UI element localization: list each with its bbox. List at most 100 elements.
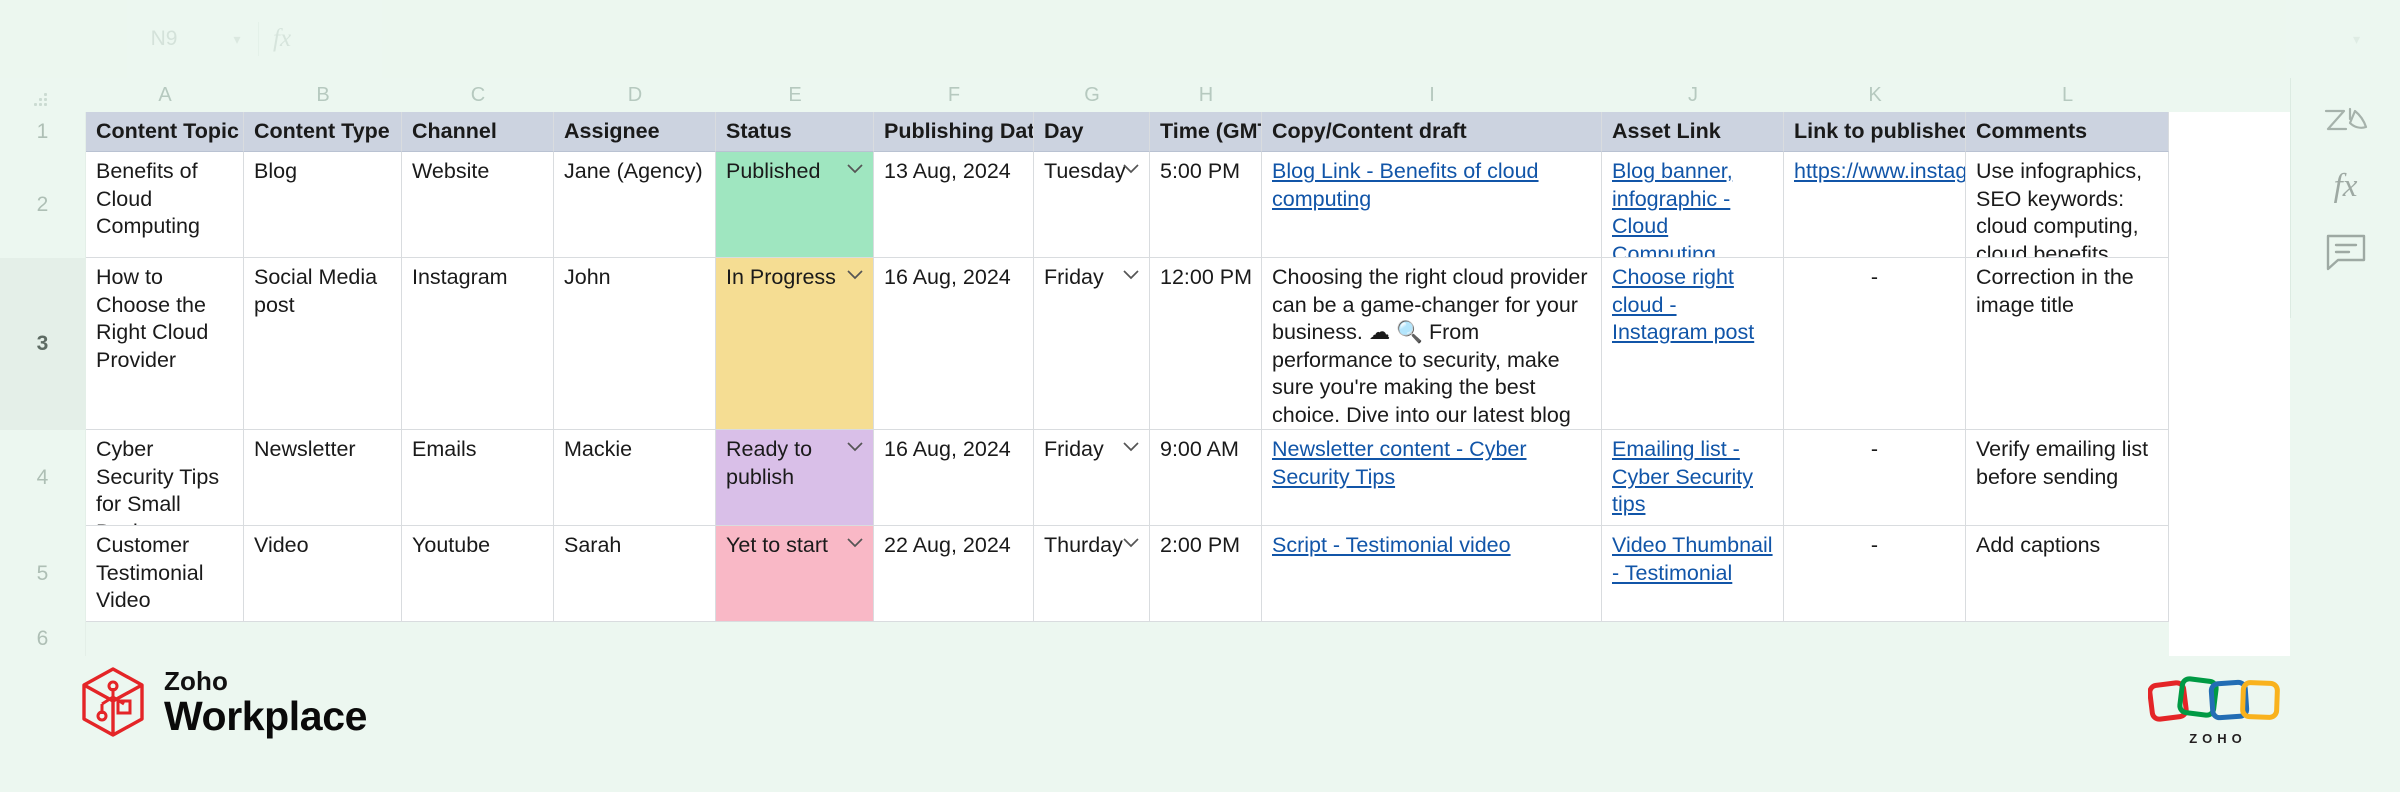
cell-content-topic[interactable]: How to Choose the Right Cloud Provider (86, 258, 244, 430)
cell-comments[interactable]: Verify emailing list before sending (1966, 430, 2169, 526)
cell-channel[interactable]: Emails (402, 430, 554, 526)
cell-copy-draft[interactable]: Newsletter content - Cyber Security Tips (1262, 430, 1602, 526)
sheet-grid: A B C D E F G H I J K L 1 Content Topic … (0, 78, 2290, 656)
chevron-down-icon[interactable] (846, 269, 864, 280)
cell-assignee[interactable]: Jane (Agency) (554, 152, 716, 258)
asset-link[interactable]: Blog banner, infographic - Cloud Computi… (1612, 159, 1733, 257)
cell-content-type[interactable]: Video (244, 526, 402, 622)
cell-channel[interactable]: Instagram (402, 258, 554, 430)
column-header-c[interactable]: C (402, 78, 554, 112)
row-header-1[interactable]: 1 (0, 112, 86, 152)
cell-published-link[interactable]: - (1784, 258, 1966, 430)
toolbar-divider (258, 22, 259, 56)
cell-published-link[interactable]: https://www.instag (1784, 152, 1966, 258)
asset-link[interactable]: Emailing list - Cyber Security tips (1612, 437, 1753, 516)
fx-icon[interactable]: fx (2318, 158, 2374, 214)
name-box[interactable]: N9 (104, 22, 224, 56)
cell-day[interactable]: Tuesday (1034, 152, 1150, 258)
copy-draft-link[interactable]: Newsletter content - Cyber Security Tips (1272, 437, 1527, 489)
chevron-down-icon[interactable] (1122, 537, 1140, 548)
cell-content-topic[interactable]: Cyber Security Tips for Small Businesses (86, 430, 244, 526)
cell-asset-link[interactable]: Emailing list - Cyber Security tips (1602, 430, 1784, 526)
cell-day[interactable]: Friday (1034, 430, 1150, 526)
column-header-i[interactable]: I (1262, 78, 1602, 112)
cell-publishing-date[interactable]: 16 Aug, 2024 (874, 258, 1034, 430)
chevron-down-icon[interactable] (846, 163, 864, 174)
column-header-f[interactable]: F (874, 78, 1034, 112)
row-header-3[interactable]: 3 (0, 258, 86, 430)
column-header-j[interactable]: J (1602, 78, 1784, 112)
cell-time[interactable]: 5:00 PM (1150, 152, 1262, 258)
formula-input[interactable] (313, 26, 2353, 52)
formula-bar-expand-chevron-icon[interactable]: ▾ (2353, 31, 2360, 48)
name-box-chevron-down-icon[interactable]: ▾ (224, 31, 250, 48)
chevron-down-icon[interactable] (1122, 441, 1140, 452)
cell-publishing-date[interactable]: 16 Aug, 2024 (874, 430, 1034, 526)
comment-icon[interactable] (2318, 224, 2374, 280)
cell-content-type[interactable]: Newsletter (244, 430, 402, 526)
cell-day[interactable]: Friday (1034, 258, 1150, 430)
cell-comments[interactable]: Use infographics, SEO keywords: cloud co… (1966, 152, 2169, 258)
copy-draft-link[interactable]: Blog Link - Benefits of cloud computing (1272, 159, 1539, 211)
select-all-corner[interactable] (0, 78, 86, 112)
cell-channel[interactable]: Website (402, 152, 554, 258)
cell-time[interactable]: 2:00 PM (1150, 526, 1262, 622)
cell-assignee[interactable]: Sarah (554, 526, 716, 622)
cell-asset-link[interactable]: Video Thumbnail - Testimonial (1602, 526, 1784, 622)
cell-comments[interactable]: Correction in the image title (1966, 258, 2169, 430)
status-value: Published (726, 159, 821, 183)
header-publishing-date: Publishing Date (874, 112, 1034, 152)
day-value: Thurday (1044, 533, 1123, 557)
cell-published-link[interactable]: - (1784, 526, 1966, 622)
cell-assignee[interactable]: John (554, 258, 716, 430)
table-row: 2 Benefits of Cloud Computing Blog Websi… (0, 152, 2290, 258)
asset-link[interactable]: Choose right cloud - Instagram post (1612, 265, 1754, 344)
cell-copy-draft[interactable]: Choosing the right cloud provider can be… (1262, 258, 1602, 430)
fx-icon[interactable]: fx (273, 25, 291, 53)
cell-content-type[interactable]: Blog (244, 152, 402, 258)
cell-copy-draft[interactable]: Blog Link - Benefits of cloud computing (1262, 152, 1602, 258)
table-header-row: 1 Content Topic Content Type Channel Ass… (0, 112, 2290, 152)
chevron-down-icon[interactable] (1122, 269, 1140, 280)
fx-label: fx (2333, 167, 2358, 204)
column-header-k[interactable]: K (1784, 78, 1966, 112)
cell-content-topic[interactable]: Benefits of Cloud Computing (86, 152, 244, 258)
row-header-5[interactable]: 5 (0, 526, 86, 622)
cell-comments[interactable]: Add captions (1966, 526, 2169, 622)
cell-time[interactable]: 9:00 AM (1150, 430, 1262, 526)
cell-status[interactable]: Ready to publish (716, 430, 874, 526)
row-header-2[interactable]: 2 (0, 152, 86, 258)
row-header-4[interactable]: 4 (0, 430, 86, 526)
column-header-b[interactable]: B (244, 78, 402, 112)
column-header-g[interactable]: G (1034, 78, 1150, 112)
published-link[interactable]: https://www.instag (1794, 159, 1965, 183)
cell-time[interactable]: 12:00 PM (1150, 258, 1262, 430)
copy-draft-link[interactable]: Script - Testimonial video (1272, 533, 1511, 557)
column-header-row: A B C D E F G H I J K L (0, 78, 2290, 112)
column-header-l[interactable]: L (1966, 78, 2169, 112)
asset-link[interactable]: Video Thumbnail - Testimonial (1612, 533, 1773, 585)
column-header-a[interactable]: A (86, 78, 244, 112)
cell-assignee[interactable]: Mackie (554, 430, 716, 526)
cell-publishing-date[interactable]: 22 Aug, 2024 (874, 526, 1034, 622)
chevron-down-icon[interactable] (846, 441, 864, 452)
cell-status[interactable]: In Progress (716, 258, 874, 430)
column-header-h[interactable]: H (1150, 78, 1262, 112)
cell-asset-link[interactable]: Choose right cloud - Instagram post (1602, 258, 1784, 430)
cell-channel[interactable]: Youtube (402, 526, 554, 622)
column-header-d[interactable]: D (554, 78, 716, 112)
cell-content-topic[interactable]: Customer Testimonial Video (86, 526, 244, 622)
cell-status[interactable]: Yet to start (716, 526, 874, 622)
day-value: Tuesday (1044, 159, 1126, 183)
zia-icon[interactable] (2318, 92, 2374, 148)
chevron-down-icon[interactable] (846, 537, 864, 548)
cell-status[interactable]: Published (716, 152, 874, 258)
cell-publishing-date[interactable]: 13 Aug, 2024 (874, 152, 1034, 258)
cell-asset-link[interactable]: Blog banner, infographic - Cloud Computi… (1602, 152, 1784, 258)
cell-content-type[interactable]: Social Media post (244, 258, 402, 430)
column-header-e[interactable]: E (716, 78, 874, 112)
header-content-topic: Content Topic (86, 112, 244, 152)
cell-published-link[interactable]: - (1784, 430, 1966, 526)
cell-copy-draft[interactable]: Script - Testimonial video (1262, 526, 1602, 622)
cell-day[interactable]: Thurday (1034, 526, 1150, 622)
